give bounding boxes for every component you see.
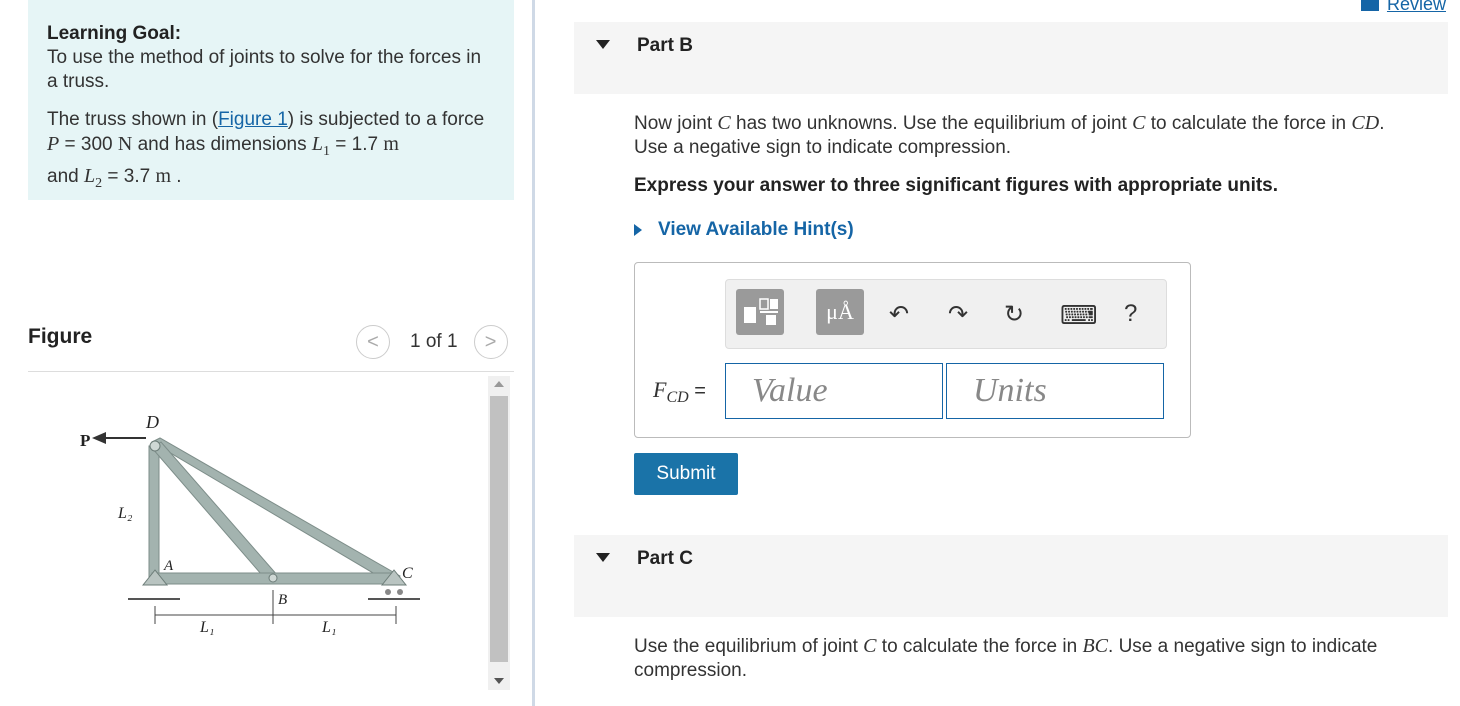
roller-c2 [397, 589, 403, 595]
label-p: P [80, 431, 90, 450]
templates-icon [744, 298, 778, 325]
expand-triangle-icon [634, 224, 642, 236]
member-ad [148, 445, 160, 581]
panel-divider[interactable] [532, 0, 535, 706]
and-text: and [47, 165, 84, 187]
goal-text: To use the method of joints to solve for… [47, 47, 482, 92]
l2-symbol: L [83, 164, 96, 187]
q-c-bc: BC [1082, 635, 1109, 657]
fcd-sub: CD [666, 389, 689, 406]
book-icon [1360, 0, 1379, 11]
label-l2: L₂ [117, 505, 133, 522]
q-c-c: C [863, 635, 877, 657]
units-input[interactable]: Units [946, 363, 1164, 419]
load-arrow-head [92, 432, 106, 444]
q-b-text-3: to calculate the force in [1145, 113, 1352, 134]
q-b-text-2: has two unknowns. Use the equilibrium of… [730, 113, 1133, 134]
chevron-right-icon: > [484, 330, 497, 353]
math-toolbar: μÅ ↶ ↷ ↻ ⌨ ? [725, 279, 1167, 349]
q-b-c2: C [1132, 112, 1146, 134]
p-value: = 300 [59, 134, 118, 155]
pager-text: 1 of 1 [410, 331, 458, 352]
figure-heading: Figure [28, 325, 93, 348]
q-b-text-1: Now joint [634, 113, 718, 134]
goal-para-prefix: The truss shown in ( [47, 109, 219, 130]
part-c-title: Part C [637, 548, 693, 569]
goal-para-mid: ) is subjected to a force [287, 109, 485, 130]
l1-value: = 1.7 [330, 134, 384, 155]
value-input[interactable]: Value [725, 363, 943, 419]
learning-goal-box: Learning Goal: To use the method of join… [28, 0, 514, 200]
review-label: Review [1386, 0, 1446, 14]
answer-box: μÅ ↶ ↷ ↻ ⌨ ? FCD = Value Units [634, 262, 1191, 438]
label-l1-right: L₁ [321, 619, 336, 636]
part-b-instruction: Express your answer to three significant… [634, 175, 1279, 196]
joint-d [149, 440, 161, 452]
q-c-text-3: . Use a negative sign to indicate [1108, 636, 1378, 657]
figure-link[interactable]: Figure 1 [218, 109, 288, 130]
reset-icon[interactable]: ↻ [1004, 300, 1024, 329]
help-icon[interactable]: ? [1124, 300, 1137, 328]
collapse-triangle-icon [596, 40, 610, 49]
scroll-thumb[interactable] [490, 396, 508, 662]
prev-figure-button[interactable]: < [356, 325, 390, 359]
redo-icon[interactable]: ↷ [948, 300, 968, 329]
p-unit: N [117, 133, 133, 155]
figure-pager: < 1 of 1 > [356, 325, 508, 359]
review-link[interactable]: Review [1360, 0, 1446, 15]
q-b-text-4: . [1379, 113, 1385, 134]
part-b-question: Now joint C has two unknowns. Use the eq… [634, 111, 1434, 160]
truss-figure: P D A B C L₂ L₁ L₁ [80, 412, 420, 636]
label-a: A [163, 558, 174, 574]
hint-label: View Available Hint(s) [658, 219, 854, 240]
fcd-f: F [653, 377, 667, 402]
q-c-line2: compression. [634, 660, 747, 681]
q-b-c1: C [717, 112, 731, 134]
undo-icon[interactable]: ↶ [889, 300, 909, 329]
goal-end: . [171, 165, 182, 187]
label-d: D [145, 412, 159, 432]
chevron-left-icon: < [367, 330, 379, 353]
collapse-triangle-icon [596, 553, 610, 562]
l2-value: = 3.7 [102, 165, 156, 187]
view-hints-link[interactable]: View Available Hint(s) [634, 219, 854, 241]
goal-para-dims: and has dimensions [132, 134, 312, 155]
next-figure-button[interactable]: > [473, 325, 508, 359]
goal-title: Learning Goal: [47, 23, 182, 44]
l2-unit: m [155, 164, 172, 187]
l1-sub: 1 [323, 143, 330, 159]
roller-c1 [385, 589, 391, 595]
keyboard-icon[interactable]: ⌨ [1060, 300, 1098, 331]
page-root: Learning Goal: To use the method of join… [0, 0, 1460, 706]
submit-button[interactable]: Submit [634, 453, 738, 495]
member-dc [150, 437, 401, 584]
q-c-text-1: Use the equilibrium of joint [634, 636, 864, 657]
l1-unit: m [383, 133, 399, 155]
label-c: C [402, 565, 413, 582]
q-c-text-2: to calculate the force in [876, 636, 1083, 657]
fcd-label: FCD = [653, 377, 706, 407]
part-b-title: Part B [637, 35, 693, 56]
part-c-question: Use the equilibrium of joint C to calcul… [634, 634, 1434, 683]
units-symbol-button[interactable]: μÅ [816, 289, 864, 335]
mu-angstrom-icon: μÅ [826, 299, 854, 324]
scroll-down-icon[interactable] [494, 678, 504, 684]
l1-symbol: L [311, 133, 323, 155]
q-b-line2: Use a negative sign to indicate compress… [634, 137, 1012, 158]
label-b: B [278, 592, 287, 608]
scroll-up-icon[interactable] [494, 381, 504, 387]
templates-button[interactable] [736, 289, 784, 335]
fcd-eq: = [688, 380, 706, 402]
part-b-header[interactable]: Part B [574, 22, 1448, 94]
p-symbol: P [47, 133, 60, 155]
figure-scrollbar[interactable] [488, 376, 510, 690]
label-l1-left: L₁ [199, 619, 214, 636]
joint-b [268, 573, 278, 583]
figure-separator [28, 371, 514, 372]
goal-description: The truss shown in (Figure 1) is subject… [47, 108, 495, 196]
part-c-header[interactable]: Part C [574, 535, 1448, 617]
q-b-cd: CD [1351, 112, 1380, 134]
